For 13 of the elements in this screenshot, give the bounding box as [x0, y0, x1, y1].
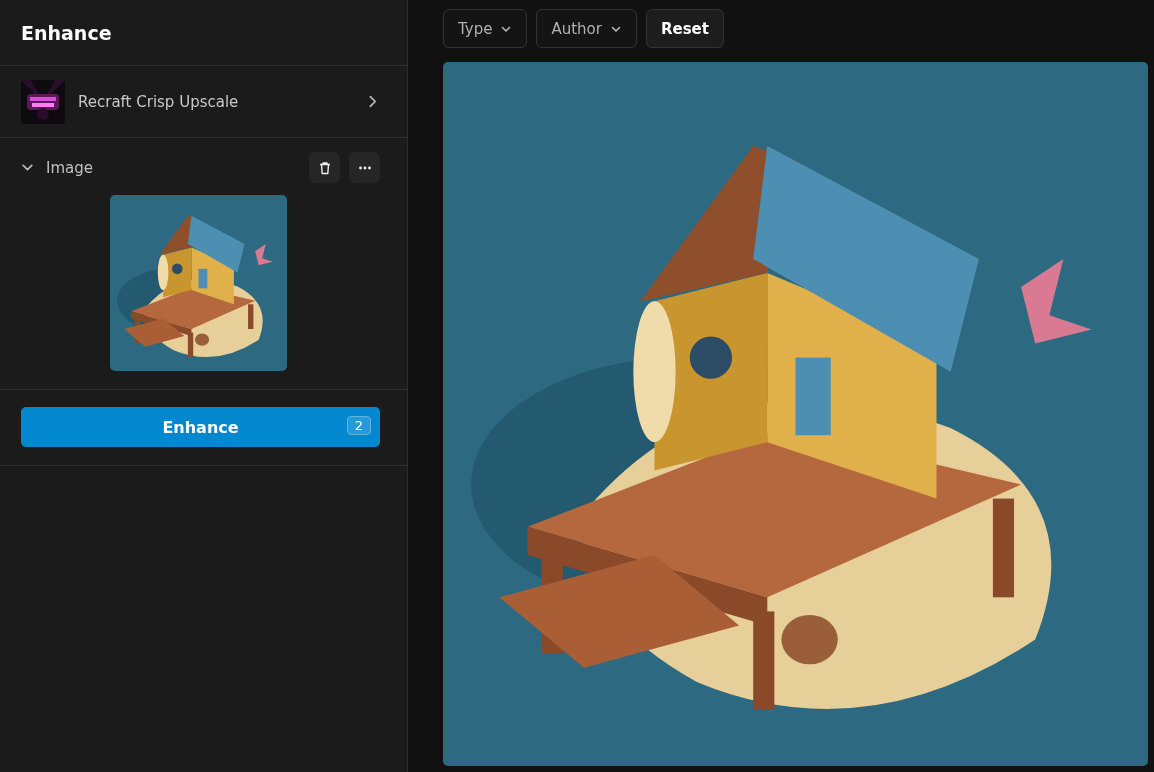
enhance-button[interactable]: Enhance 2: [21, 407, 380, 447]
model-selector[interactable]: Recraft Crisp Upscale: [0, 66, 407, 138]
delete-button[interactable]: [309, 152, 340, 183]
credit-count: 2: [346, 416, 371, 435]
reset-button[interactable]: Reset: [645, 9, 724, 48]
filter-dropdown[interactable]: Author: [536, 9, 637, 48]
trash-icon: [317, 160, 332, 175]
chevron-right-icon: [366, 95, 379, 108]
model-name: Recraft Crisp Upscale: [78, 92, 240, 111]
panel-title: Enhance: [21, 21, 112, 44]
filter-dropdown[interactable]: Type: [443, 9, 528, 48]
section-toggle[interactable]: Image: [21, 158, 93, 177]
more-button[interactable]: [349, 152, 380, 183]
